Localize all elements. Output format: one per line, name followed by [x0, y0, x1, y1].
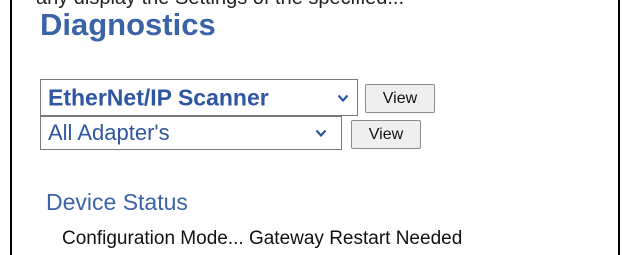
device-status-message: Configuration Mode... Gateway Restart Ne… — [62, 228, 463, 249]
chevron-down-icon — [315, 129, 327, 138]
scanner-type-select[interactable]: EtherNet/IP Scanner — [40, 79, 358, 116]
chevron-down-icon — [337, 94, 349, 102]
scanner-select-value: EtherNet/IP Scanner — [48, 84, 269, 110]
adapter-select[interactable]: All Adapter's — [40, 116, 342, 150]
device-status-heading: Device Status — [46, 189, 188, 215]
view-scanner-button[interactable]: View — [365, 84, 435, 113]
page-title: Diagnostics — [40, 7, 216, 42]
diagnostics-panel: Diagnostics EtherNet/IP Scanner View All… — [10, 0, 620, 255]
adapter-select-value: All Adapter's — [48, 120, 170, 145]
view-adapter-button[interactable]: View — [351, 120, 421, 149]
